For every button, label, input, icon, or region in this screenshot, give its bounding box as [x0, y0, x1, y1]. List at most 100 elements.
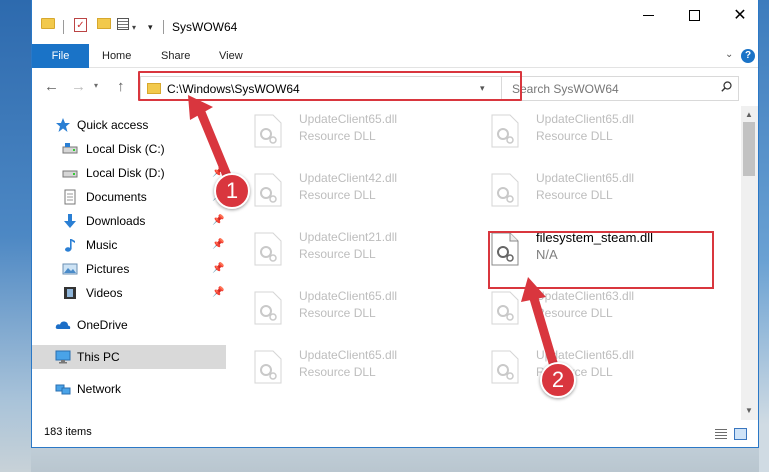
step-1-badge: 1 [214, 173, 250, 209]
file-type: Resource DLL [299, 247, 376, 261]
scroll-down-icon[interactable]: ▼ [745, 406, 753, 415]
pc-icon [55, 350, 71, 364]
file-item[interactable]: UpdateClient65.dll Resource DLL [226, 342, 466, 394]
properties-icon[interactable] [117, 18, 129, 30]
sidebar-item-label: Documents [86, 190, 147, 204]
minimize-icon [642, 14, 654, 16]
sidebar-item-quick-access[interactable]: Quick access [32, 113, 226, 137]
new-folder-icon[interactable] [97, 18, 111, 29]
address-path[interactable]: C:\Windows\SysWOW64 [167, 82, 300, 96]
file-list: UpdateClient65.dll Resource DLL UpdateCl… [226, 106, 744, 418]
sidebar-item-local-disk-c[interactable]: Local Disk (C:) [32, 137, 226, 161]
properties-check-icon[interactable]: ✓ [74, 18, 87, 32]
sidebar-item-downloads[interactable]: Downloads 📌 [32, 209, 226, 233]
dll-file-icon [254, 173, 282, 207]
sidebar-item-this-pc[interactable]: This PC [32, 345, 226, 369]
sidebar-item-onedrive[interactable]: OneDrive [32, 313, 226, 337]
search-input[interactable]: Search SysWOW64 [501, 76, 739, 101]
pin-icon[interactable]: 📌 [212, 215, 224, 226]
desktop-background-right [759, 0, 769, 472]
dll-file-icon [491, 291, 519, 325]
file-name: UpdateClient65.dll [536, 171, 635, 185]
videos-icon [64, 287, 76, 299]
folder-icon [41, 18, 55, 29]
sidebar-item-videos[interactable]: Videos 📌 [32, 281, 226, 305]
scrollbar-thumb[interactable] [743, 122, 755, 176]
close-button[interactable]: ✕ [717, 0, 763, 30]
tab-view[interactable]: View [219, 44, 243, 68]
tab-file[interactable]: File [32, 44, 89, 68]
file-type: Resource DLL [536, 188, 613, 202]
sidebar-item-local-disk-d[interactable]: Local Disk (D:) 📌 [32, 161, 226, 185]
ribbon-tabs: File Home Share View ⌄ ? [32, 44, 758, 68]
sidebar-item-label: Quick access [77, 118, 149, 132]
sidebar-item-pictures[interactable]: Pictures 📌 [32, 257, 226, 281]
dll-file-icon [491, 114, 519, 148]
pictures-icon [62, 263, 78, 275]
sidebar-item-documents[interactable]: Documents 📌 [32, 185, 226, 209]
file-type: Resource DLL [299, 306, 376, 320]
tab-home[interactable]: Home [102, 44, 131, 68]
file-type: N/A [536, 247, 558, 262]
file-item[interactable]: UpdateClient42.dll Resource DLL [226, 165, 466, 217]
network-icon [55, 384, 71, 395]
sidebar-item-label: Pictures [86, 262, 130, 276]
tab-share[interactable]: Share [161, 44, 190, 68]
file-name: UpdateClient21.dll [299, 230, 398, 244]
address-row: ← → ▾ ↑ C:\Windows\SysWOW64 ▾ ↻ Search S… [32, 72, 758, 102]
file-type: Resource DLL [299, 365, 376, 379]
file-item-filesystem-steam[interactable]: filesystem_steam.dll N/A [463, 224, 703, 276]
file-item[interactable]: UpdateClient65.dll Resource DLL [226, 106, 466, 158]
music-icon [65, 239, 75, 252]
dll-file-icon [254, 232, 282, 266]
file-item[interactable]: UpdateClient65.dll Resource DLL [463, 106, 703, 158]
sidebar-item-label: OneDrive [77, 318, 128, 332]
step-2-badge: 2 [540, 362, 576, 398]
customize-toolbar-icon[interactable]: ▾ [148, 18, 153, 36]
expand-ribbon-icon[interactable]: ⌄ [725, 49, 733, 60]
file-item[interactable]: UpdateClient65.dll Resource DLL [463, 165, 703, 217]
chevron-down-icon[interactable]: ▾ [480, 83, 485, 94]
dll-file-icon [491, 173, 519, 207]
sidebar-item-label: Network [77, 382, 122, 396]
dll-file-icon [254, 350, 282, 384]
address-bar[interactable]: C:\Windows\SysWOW64 ▾ ↻ [140, 76, 523, 101]
scroll-up-icon[interactable]: ▲ [745, 110, 753, 119]
folder-icon [147, 83, 161, 94]
large-icons-view-icon[interactable] [734, 428, 747, 440]
up-arrow-icon[interactable]: ↑ [117, 78, 125, 95]
file-name: UpdateClient65.dll [299, 289, 398, 303]
file-type: Resource DLL [299, 129, 376, 143]
file-name: UpdateClient65.dll [299, 348, 398, 362]
sidebar-item-label: Downloads [86, 214, 146, 228]
desktop-background-left [0, 0, 31, 472]
recent-locations-icon[interactable]: ▾ [94, 81, 98, 90]
search-icon[interactable] [721, 81, 732, 92]
sidebar-item-label: This PC [77, 350, 120, 364]
maximize-icon [688, 9, 700, 21]
details-view-icon[interactable] [715, 429, 727, 439]
chevron-down-icon[interactable]: ▾ [132, 18, 136, 36]
file-name: filesystem_steam.dll [536, 230, 654, 245]
maximize-button[interactable] [671, 0, 717, 30]
pin-icon[interactable]: 📌 [212, 263, 224, 274]
file-item[interactable]: UpdateClient21.dll Resource DLL [226, 224, 466, 276]
pin-icon[interactable]: 📌 [212, 287, 224, 298]
file-item[interactable]: UpdateClient65.dll Resource DLL [463, 342, 703, 394]
vertical-scrollbar[interactable]: ▲ ▼ [741, 106, 758, 422]
pin-icon[interactable]: 📌 [212, 239, 224, 250]
star-icon [56, 118, 70, 132]
file-name: UpdateClient65.dll [299, 112, 398, 126]
file-item[interactable]: UpdateClient65.dll Resource DLL [226, 283, 466, 335]
sidebar-item-music[interactable]: Music 📌 [32, 233, 226, 257]
toolbar-divider [63, 20, 64, 34]
forward-arrow-icon[interactable]: → [71, 78, 86, 95]
file-explorer-window: ✓ ▾ ▾ SysWOW64 ✕ File Home Share View ⌄ … [31, 0, 759, 448]
back-arrow-icon[interactable]: ← [44, 78, 59, 95]
sidebar-item-network[interactable]: Network [32, 377, 226, 401]
dll-file-icon [254, 291, 282, 325]
file-item[interactable]: UpdateClient63.dll Resource DLL [463, 283, 703, 335]
file-name: UpdateClient65.dll [536, 348, 635, 362]
minimize-button[interactable] [625, 0, 671, 30]
help-icon[interactable]: ? [741, 49, 755, 63]
